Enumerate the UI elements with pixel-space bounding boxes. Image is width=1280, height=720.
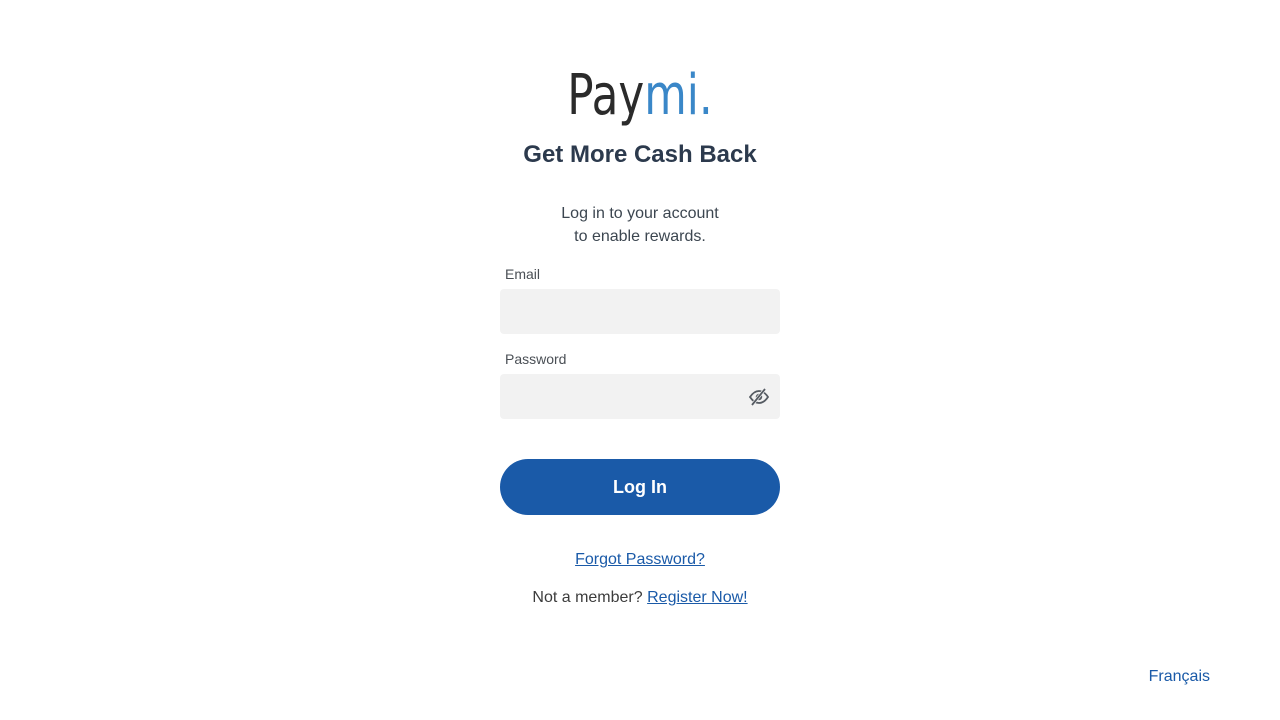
login-page: Paymi. Get More Cash Back Log in to your… bbox=[0, 0, 1280, 720]
register-link[interactable]: Register Now! bbox=[647, 589, 747, 606]
email-field[interactable] bbox=[500, 289, 780, 334]
login-button[interactable]: Log In bbox=[500, 459, 780, 515]
paymi-logo: Paymi. bbox=[141, 60, 1139, 132]
password-label: Password bbox=[505, 351, 567, 367]
intro-line-2: to enable rewards. bbox=[574, 228, 706, 245]
page-title: Get More Cash Back bbox=[523, 141, 757, 168]
forgot-password-row: Forgot Password? bbox=[0, 550, 1280, 570]
password-field[interactable] bbox=[500, 374, 780, 419]
email-label: Email bbox=[505, 266, 541, 282]
logo-text-pay: Pay bbox=[567, 63, 645, 128]
intro-line-1: Log in to your account bbox=[561, 205, 719, 222]
not-member-text: Not a member? bbox=[532, 589, 643, 606]
register-row: Not a member? Register Now! bbox=[0, 588, 1280, 608]
password-field-container bbox=[500, 374, 780, 419]
eye-slash-icon[interactable] bbox=[748, 386, 770, 408]
email-field-container bbox=[500, 289, 780, 334]
language-switch-link[interactable]: Français bbox=[1149, 667, 1210, 687]
intro-text: Log in to your account to enable rewards… bbox=[0, 202, 1280, 248]
forgot-password-link[interactable]: Forgot Password? bbox=[575, 551, 705, 568]
logo-text-mi: mi. bbox=[644, 63, 713, 128]
